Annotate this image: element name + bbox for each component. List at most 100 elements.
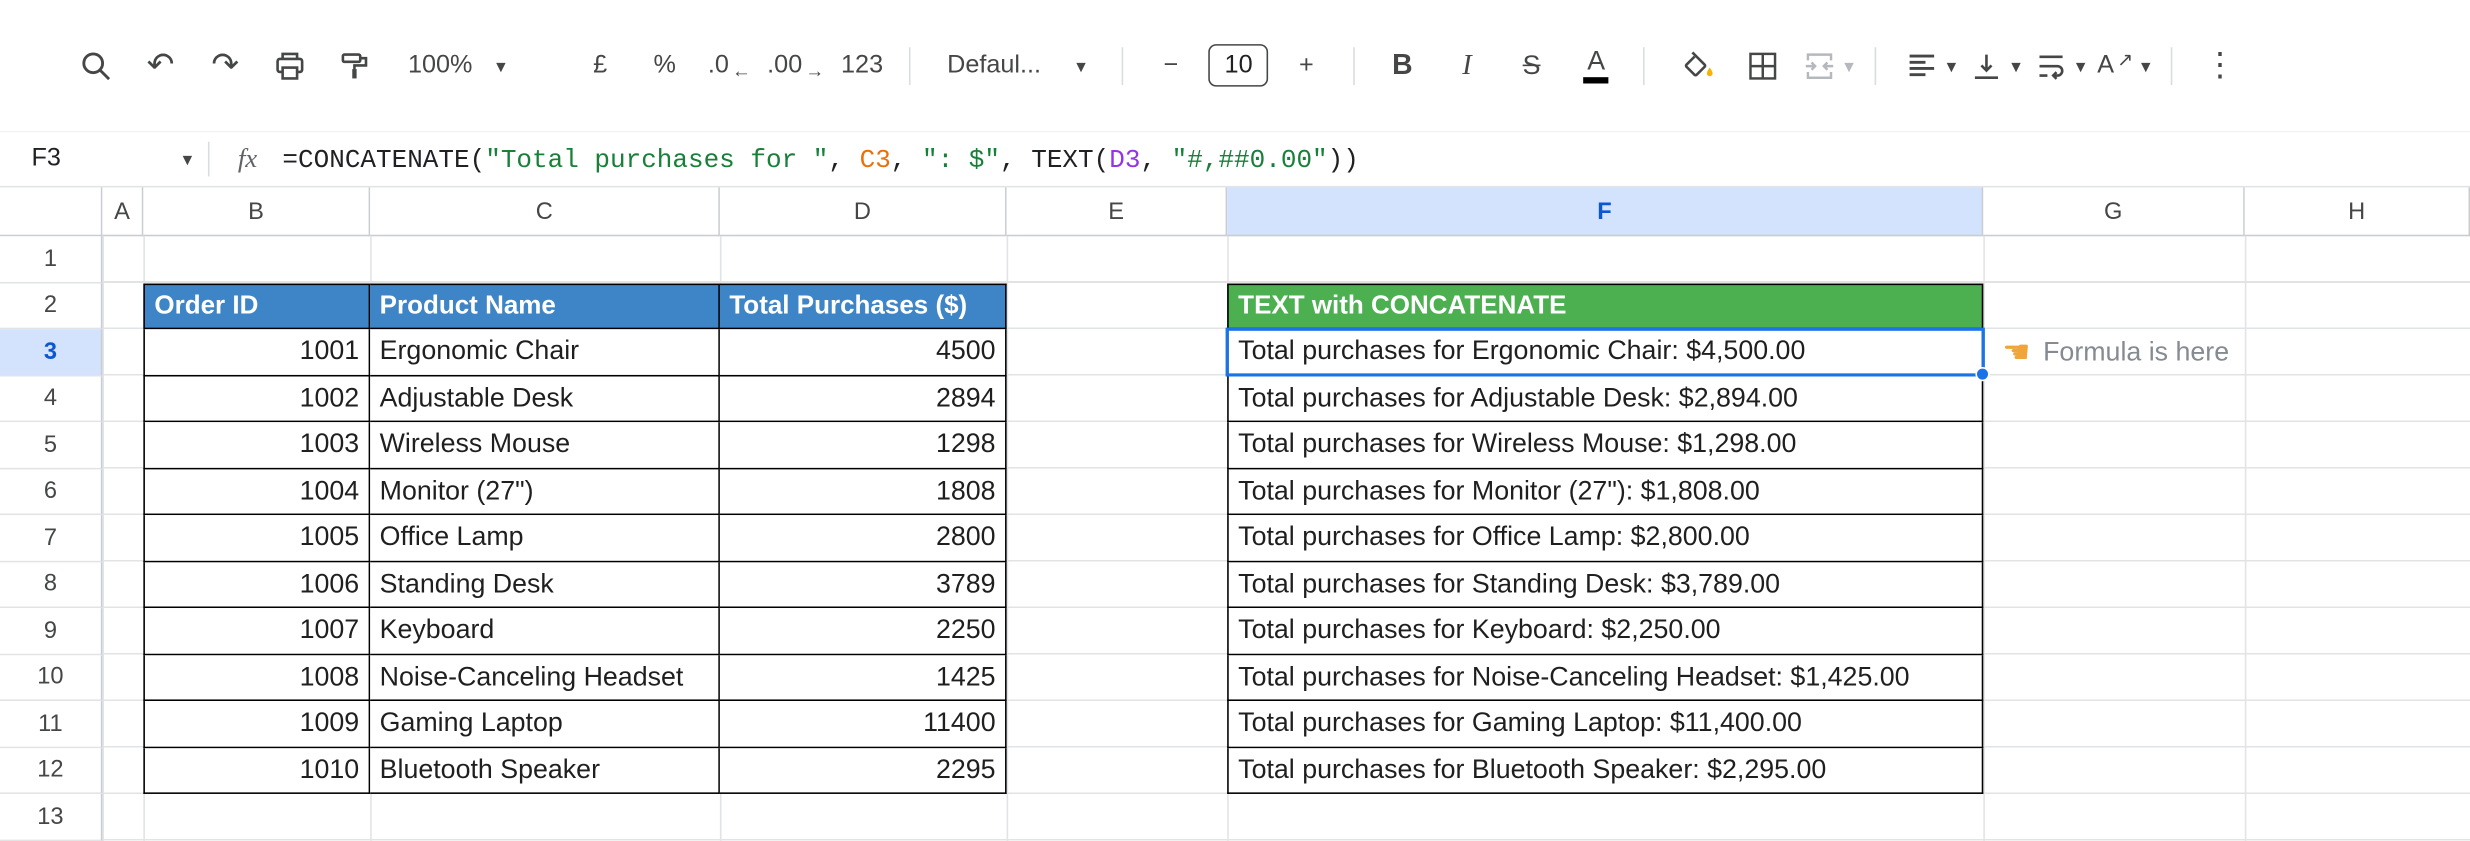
product-cell[interactable]: Wireless Mouse — [370, 422, 720, 469]
product-cell[interactable]: Gaming Laptop — [370, 701, 720, 748]
empty-cell[interactable] — [1007, 747, 1228, 793]
text-concatenate-header-cell[interactable]: TEXT with CONCATENATE — [1227, 282, 1984, 330]
chevron-down-icon[interactable]: ▾ — [2141, 56, 2151, 75]
vertical-align-button[interactable]: ▾ — [1968, 37, 2022, 94]
decrease-decimal-button[interactable]: .0 ← — [703, 37, 757, 94]
redo-button[interactable]: ↷ — [198, 37, 252, 94]
row-header-7[interactable]: 7 — [0, 515, 103, 562]
more-options-button[interactable]: ⋮ — [2193, 37, 2247, 94]
total-cell[interactable]: 2295 — [719, 747, 1007, 794]
order-id-cell[interactable]: 1010 — [143, 747, 371, 794]
empty-cell[interactable] — [1007, 329, 1228, 375]
chevron-down-icon[interactable]: ▾ — [183, 150, 193, 169]
row-header-6[interactable]: 6 — [0, 468, 103, 516]
order-id-cell[interactable]: 1007 — [143, 608, 371, 655]
total-cell[interactable]: 4500 — [719, 329, 1007, 376]
undo-button[interactable]: ↶ — [134, 37, 188, 94]
empty-cell[interactable] — [1007, 562, 1228, 608]
concat-result-cell[interactable]: Total purchases for Wireless Mouse: $1,2… — [1227, 422, 1984, 469]
column-header-c[interactable]: C — [370, 187, 720, 237]
paint-format-button[interactable] — [328, 37, 382, 94]
concat-result-cell[interactable]: Total purchases for Gaming Laptop: $11,4… — [1227, 701, 1984, 748]
column-header-b[interactable]: B — [143, 187, 371, 237]
font-size-input[interactable]: 10 — [1208, 44, 1269, 87]
total-purchases-header-cell[interactable]: Total Purchases ($) — [719, 282, 1007, 330]
product-cell[interactable]: Standing Desk — [370, 561, 720, 609]
text-color-button[interactable]: A — [1569, 37, 1623, 94]
row-header-8[interactable]: 8 — [0, 561, 103, 609]
chevron-down-icon[interactable]: ▾ — [2011, 56, 2021, 75]
bold-button[interactable]: B — [1376, 37, 1430, 94]
font-select[interactable]: Defaul... ▾ — [931, 37, 1101, 94]
order-id-cell[interactable]: 1005 — [143, 515, 371, 562]
empty-cell[interactable] — [1007, 701, 1228, 747]
decrease-font-size-button[interactable]: − — [1144, 37, 1198, 94]
product-cell[interactable]: Noise-Canceling Headset — [370, 654, 720, 702]
order-id-cell[interactable]: 1004 — [143, 468, 371, 516]
column-header-e[interactable]: E — [1006, 187, 1228, 237]
concat-result-cell-selected[interactable]: Total purchases for Ergonomic Chair: $4,… — [1227, 329, 1984, 376]
row-header-2[interactable]: 2 — [0, 282, 103, 330]
total-cell[interactable]: 1808 — [719, 468, 1007, 516]
column-header-g[interactable]: G — [1983, 187, 2245, 237]
empty-cell[interactable] — [1007, 655, 1228, 701]
row-header-13[interactable]: 13 — [0, 793, 103, 841]
total-cell[interactable]: 1298 — [719, 422, 1007, 469]
product-name-header-cell[interactable]: Product Name — [370, 282, 720, 330]
more-formats-button[interactable]: 123 — [835, 37, 889, 94]
product-cell[interactable]: Bluetooth Speaker — [370, 747, 720, 794]
fill-color-button[interactable] — [1672, 37, 1726, 94]
increase-decimal-button[interactable]: .00 → — [767, 37, 824, 94]
product-cell[interactable]: Adjustable Desk — [370, 375, 720, 423]
total-cell[interactable]: 2894 — [719, 375, 1007, 423]
row-header-1[interactable]: 1 — [0, 236, 103, 283]
order-id-cell[interactable]: 1006 — [143, 561, 371, 609]
empty-cell[interactable] — [1007, 515, 1228, 561]
currency-format-button[interactable]: £ — [573, 37, 627, 94]
increase-font-size-button[interactable]: + — [1280, 37, 1334, 94]
product-cell[interactable]: Ergonomic Chair — [370, 329, 720, 376]
row-header-3[interactable]: 3 — [0, 329, 103, 376]
search-button[interactable] — [69, 37, 123, 94]
empty-cell[interactable] — [1007, 376, 1228, 422]
order-id-cell[interactable]: 1003 — [143, 422, 371, 469]
name-box[interactable]: F3 ▾ — [0, 145, 208, 173]
zoom-select[interactable]: 100% ▾ — [392, 37, 521, 94]
order-id-header-cell[interactable]: Order ID — [143, 282, 371, 330]
product-cell[interactable]: Monitor (27") — [370, 468, 720, 516]
concat-result-cell[interactable]: Total purchases for Adjustable Desk: $2,… — [1227, 375, 1984, 423]
column-header-h[interactable]: H — [2244, 187, 2470, 237]
text-rotation-button[interactable]: A ↗ ▾ — [2097, 37, 2151, 94]
row-header-12[interactable]: 12 — [0, 747, 103, 794]
column-header-a[interactable]: A — [102, 187, 144, 237]
chevron-down-icon[interactable]: ▾ — [2076, 56, 2086, 75]
chevron-down-icon[interactable]: ▾ — [1947, 56, 1957, 75]
total-cell[interactable]: 2800 — [719, 515, 1007, 562]
order-id-cell[interactable]: 1001 — [143, 329, 371, 376]
chevron-down-icon[interactable]: ▾ — [1844, 56, 1854, 75]
row-header-4[interactable]: 4 — [0, 375, 103, 423]
concat-result-cell[interactable]: Total purchases for Noise-Canceling Head… — [1227, 654, 1984, 702]
concat-result-cell[interactable]: Total purchases for Keyboard: $2,250.00 — [1227, 608, 1984, 655]
fill-handle[interactable] — [1975, 367, 1990, 382]
row-header-5[interactable]: 5 — [0, 422, 103, 469]
total-cell[interactable]: 2250 — [719, 608, 1007, 655]
concat-result-cell[interactable]: Total purchases for Bluetooth Speaker: $… — [1227, 747, 1984, 794]
total-cell[interactable]: 1425 — [719, 654, 1007, 702]
formula-input[interactable]: =CONCATENATE("Total purchases for ", C3,… — [282, 144, 1358, 174]
row-header-11[interactable]: 11 — [0, 701, 103, 748]
total-cell[interactable]: 11400 — [719, 701, 1007, 748]
horizontal-align-button[interactable]: ▾ — [1903, 37, 1957, 94]
order-id-cell[interactable]: 1008 — [143, 654, 371, 702]
empty-cell[interactable] — [1007, 608, 1228, 654]
text-wrap-button[interactable]: ▾ — [2033, 37, 2087, 94]
product-cell[interactable]: Keyboard — [370, 608, 720, 655]
order-id-cell[interactable]: 1009 — [143, 701, 371, 748]
italic-button[interactable]: I — [1440, 37, 1494, 94]
concat-result-cell[interactable]: Total purchases for Standing Desk: $3,78… — [1227, 561, 1984, 609]
empty-cell[interactable] — [1007, 422, 1228, 468]
product-cell[interactable]: Office Lamp — [370, 515, 720, 562]
strikethrough-button[interactable]: S — [1505, 37, 1559, 94]
percent-format-button[interactable]: % — [638, 37, 692, 94]
total-cell[interactable]: 3789 — [719, 561, 1007, 609]
